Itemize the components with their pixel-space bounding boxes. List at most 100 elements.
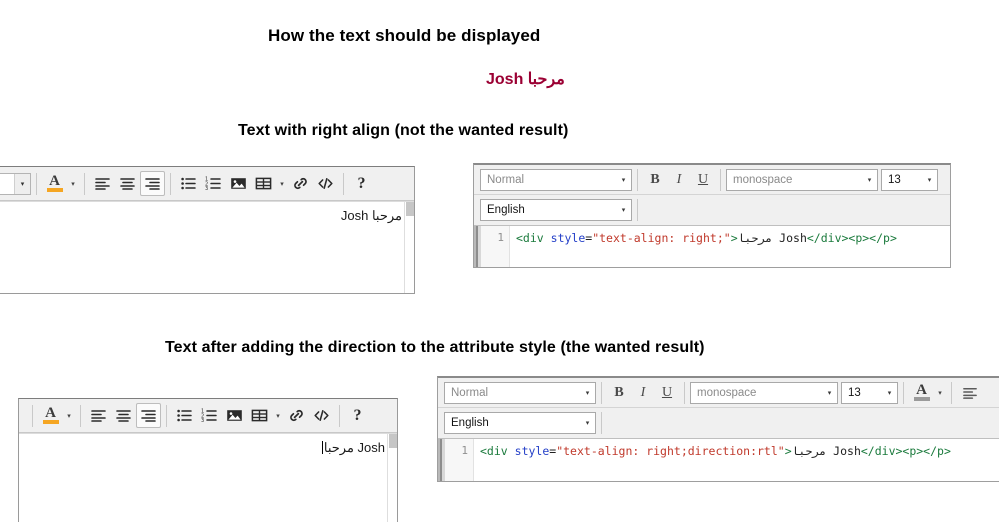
chevron-down-icon bbox=[580, 383, 595, 403]
code-icon[interactable] bbox=[313, 171, 338, 196]
code-tag-open: <div bbox=[516, 231, 544, 245]
font-color-letter: A bbox=[916, 382, 927, 398]
divider bbox=[720, 168, 721, 191]
font-color-chevron-down-icon[interactable] bbox=[63, 404, 75, 428]
vertical-scrollbar[interactable] bbox=[404, 202, 414, 293]
code-attr: style bbox=[514, 444, 550, 458]
font-color-icon[interactable]: A bbox=[42, 171, 67, 196]
wysiwyg-content-bottom-text[interactable]: Josh مرحبا bbox=[324, 440, 385, 455]
code-tag-close: </div><p></p> bbox=[860, 444, 951, 458]
numbered-list-icon[interactable]: 1 2 3 bbox=[197, 403, 222, 428]
italic-button-bottom[interactable]: I bbox=[631, 381, 655, 405]
font-color-chevron-down-icon[interactable] bbox=[67, 172, 79, 196]
font-size-value: 13 bbox=[888, 173, 901, 186]
bold-button-bottom[interactable]: B bbox=[607, 381, 631, 405]
code-tag-close: </div><p></p> bbox=[806, 231, 897, 245]
table-icon[interactable] bbox=[251, 171, 276, 196]
scrollbar-thumb[interactable] bbox=[389, 434, 397, 448]
chevron-down-icon bbox=[822, 383, 837, 403]
font-color-swatch bbox=[913, 397, 930, 401]
code-line-bottom[interactable]: <div style="text-align: right;direction:… bbox=[474, 439, 951, 481]
image-icon[interactable] bbox=[226, 171, 251, 196]
code-gutter-edge bbox=[474, 226, 481, 267]
wysiwyg-content-top[interactable]: Josh مرحبا bbox=[0, 202, 414, 224]
underline-button-bottom[interactable]: U bbox=[655, 381, 679, 405]
language-select-bottom[interactable]: English bbox=[444, 412, 596, 434]
code-editor-top: Normal B I U monospace 13 English bbox=[473, 163, 951, 268]
underline-button-top[interactable]: U bbox=[691, 168, 715, 192]
code-area-bottom[interactable]: 1 <div style="text-align: right;directio… bbox=[438, 438, 999, 481]
bullet-list-icon[interactable] bbox=[176, 171, 201, 196]
chevron-down-icon bbox=[616, 200, 631, 220]
help-icon[interactable]: ? bbox=[349, 171, 374, 196]
divider bbox=[951, 381, 952, 404]
help-icon[interactable]: ? bbox=[345, 403, 370, 428]
block-format-select-top[interactable]: Normal bbox=[480, 168, 632, 191]
wysiwyg-body-bottom[interactable]: Josh مرحبا bbox=[19, 433, 397, 522]
text-cursor bbox=[321, 441, 323, 454]
align-left-icon[interactable] bbox=[90, 171, 115, 196]
table-chevron-down-icon[interactable] bbox=[272, 404, 284, 428]
page-title: How the text should be displayed bbox=[268, 26, 541, 45]
bold-button-top[interactable]: B bbox=[643, 168, 667, 192]
page-root: How the text should be displayed مرحبا J… bbox=[0, 0, 999, 522]
chevron-down-icon bbox=[14, 173, 30, 194]
divider bbox=[637, 168, 638, 191]
bullet-list-icon[interactable] bbox=[172, 403, 197, 428]
code-toolbar-row-1-top: Normal B I U monospace 13 bbox=[474, 165, 950, 195]
font-color-letter: A bbox=[49, 173, 60, 189]
align-right-icon[interactable] bbox=[136, 403, 161, 428]
line-number-gutter-bottom: 1 bbox=[445, 439, 474, 481]
code-attr: style bbox=[550, 231, 586, 245]
wysiwyg-content-bottom: Josh مرحبا bbox=[19, 434, 397, 456]
font-size-select-top[interactable]: 13 bbox=[881, 168, 938, 191]
wysiwyg-editor-top: A bbox=[0, 166, 415, 294]
style-select-top[interactable] bbox=[0, 172, 31, 195]
align-center-icon[interactable] bbox=[111, 403, 136, 428]
chevron-down-icon bbox=[616, 170, 631, 190]
font-color-chevron-down-icon[interactable] bbox=[934, 381, 946, 405]
link-icon[interactable] bbox=[288, 171, 313, 196]
code-arabic-text: مرحبا bbox=[737, 231, 773, 245]
link-icon[interactable] bbox=[284, 403, 309, 428]
block-format-select-bottom[interactable]: Normal bbox=[444, 381, 596, 404]
svg-text:3: 3 bbox=[201, 418, 204, 424]
align-left-icon[interactable] bbox=[957, 380, 982, 405]
italic-button-top[interactable]: I bbox=[667, 168, 691, 192]
align-left-icon[interactable] bbox=[86, 403, 111, 428]
code-toolbar-row-2-top: English bbox=[474, 195, 950, 225]
code-attr-value: "text-align: right;" bbox=[592, 231, 731, 245]
divider bbox=[80, 404, 81, 427]
font-color-icon[interactable]: A bbox=[38, 403, 63, 428]
table-icon[interactable] bbox=[247, 403, 272, 428]
chevron-down-icon bbox=[862, 170, 877, 190]
code-line-top[interactable]: <div style="text-align: right;">مرحبا Jo… bbox=[510, 226, 897, 267]
divider bbox=[343, 172, 344, 195]
scrollbar-thumb[interactable] bbox=[406, 202, 414, 216]
help-label: ? bbox=[357, 174, 366, 192]
numbered-list-icon[interactable]: 1 2 3 bbox=[201, 171, 226, 196]
align-center-icon[interactable] bbox=[115, 171, 140, 196]
language-select-top[interactable]: English bbox=[480, 199, 632, 221]
help-label: ? bbox=[353, 406, 362, 424]
font-size-value: 13 bbox=[848, 386, 861, 399]
font-color-swatch bbox=[46, 188, 63, 192]
chevron-down-icon bbox=[882, 383, 897, 403]
font-family-select-bottom[interactable]: monospace bbox=[690, 381, 838, 404]
wysiwyg-toolbar-top: A bbox=[0, 167, 414, 201]
wysiwyg-toolbar-bottom: A ▾ 1 2 3 ▾ ? bbox=[19, 399, 397, 433]
line-number-gutter-top: 1 bbox=[481, 226, 510, 267]
arabic-sample-text: مرحبا Josh bbox=[486, 71, 565, 88]
code-icon[interactable] bbox=[309, 403, 334, 428]
font-color-icon[interactable]: A bbox=[909, 380, 934, 405]
font-size-select-bottom[interactable]: 13 bbox=[841, 381, 898, 404]
align-right-icon[interactable] bbox=[140, 171, 165, 196]
font-family-select-top[interactable]: monospace bbox=[726, 168, 878, 191]
divider bbox=[601, 412, 602, 434]
code-gt: > bbox=[730, 231, 738, 245]
table-chevron-down-icon[interactable] bbox=[276, 172, 288, 196]
image-icon[interactable] bbox=[222, 403, 247, 428]
wysiwyg-body-top[interactable]: Josh مرحبا bbox=[0, 201, 414, 293]
code-area-top[interactable]: 1 <div style="text-align: right;">مرحبا … bbox=[474, 225, 950, 267]
vertical-scrollbar[interactable] bbox=[387, 434, 397, 522]
